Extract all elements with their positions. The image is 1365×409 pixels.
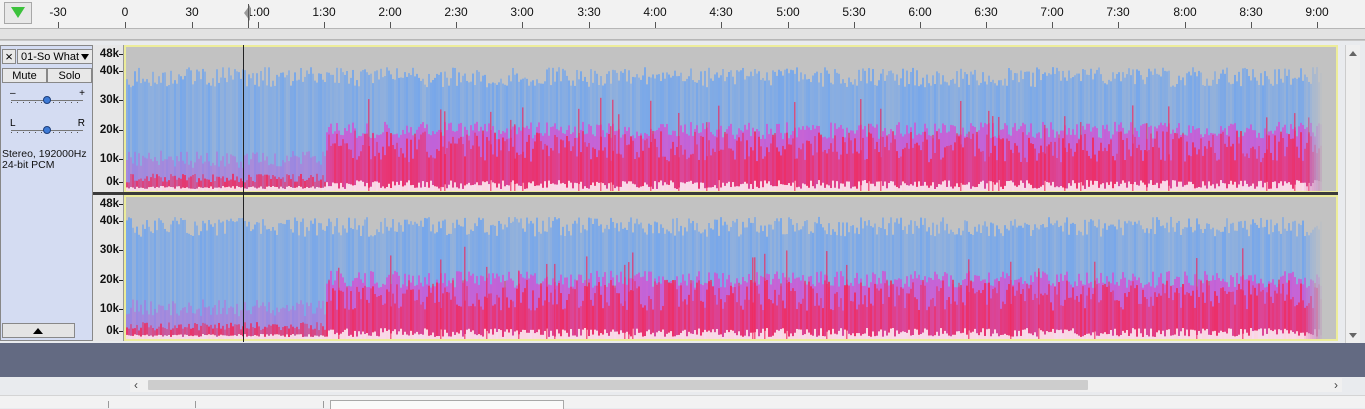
gain-plus-label: + bbox=[79, 88, 85, 99]
frequency-tick bbox=[119, 130, 123, 131]
frequency-label: 48k bbox=[99, 198, 119, 210]
track-name-label: 01-So What bbox=[21, 51, 80, 63]
horizontal-scrollbar[interactable]: ‹ › bbox=[130, 378, 1342, 392]
ruler-tick-label: 9:00 bbox=[1305, 5, 1329, 19]
frequency-label: 30k bbox=[99, 244, 119, 256]
track-name-menu[interactable]: 01-So What bbox=[17, 49, 93, 64]
dropdown-arrow-icon bbox=[81, 54, 89, 60]
ruler-tick-label: 1:30 bbox=[312, 5, 336, 19]
close-track-button[interactable]: × bbox=[2, 49, 16, 64]
frequency-tick bbox=[119, 250, 123, 251]
track-control-panel[interactable]: × 01-So What Mute Solo – + L R Stereo, 1… bbox=[0, 45, 93, 341]
cursor-line-ruler bbox=[248, 4, 249, 28]
track-info-format: 24-bit PCM bbox=[2, 159, 55, 171]
spectrogram-energy-bands bbox=[126, 67, 1322, 191]
ruler-tick-label: 7:00 bbox=[1040, 5, 1064, 19]
cursor-marker-icon[interactable] bbox=[244, 5, 250, 21]
gain-slider-thumb[interactable] bbox=[43, 96, 51, 104]
frequency-scale-right-channel[interactable]: 48k 40k 30k 20k 10k 0k bbox=[93, 195, 124, 341]
vertical-scrollbar[interactable] bbox=[1345, 45, 1360, 343]
frequency-tick bbox=[119, 204, 123, 205]
frequency-tick bbox=[119, 159, 123, 160]
frequency-label: 10k bbox=[99, 303, 119, 315]
spectrogram-right-canvas bbox=[126, 197, 1336, 339]
ruler-tick-label: 2:00 bbox=[378, 5, 402, 19]
frequency-scale-left-channel[interactable]: 48k 40k 30k 20k 10k 0k bbox=[93, 45, 124, 193]
ruler-tick-label: 6:30 bbox=[974, 5, 998, 19]
pan-slider[interactable]: L R bbox=[9, 118, 85, 135]
frequency-label: 40k bbox=[99, 65, 119, 77]
empty-track-area[interactable] bbox=[0, 343, 1365, 377]
play-head-icon[interactable] bbox=[4, 2, 32, 24]
scroll-right-icon[interactable]: › bbox=[1334, 379, 1338, 391]
frequency-tick bbox=[119, 309, 123, 310]
ruler-tick-label: 2:30 bbox=[444, 5, 468, 19]
gain-slider[interactable]: – + bbox=[9, 88, 85, 105]
audio-track: × 01-So What Mute Solo – + L R Stereo, 1… bbox=[0, 45, 1365, 343]
spectrogram-left-channel[interactable] bbox=[124, 45, 1338, 193]
ruler-tick-label: 5:30 bbox=[842, 5, 866, 19]
collapse-track-button[interactable] bbox=[2, 323, 75, 338]
timeline-ruler[interactable]: -30 0 30 1:00 1:30 2:00 2:30 3:00 3:30 4:00 4:30 5:… bbox=[0, 0, 1365, 41]
spectrogram-right-channel[interactable] bbox=[124, 195, 1338, 341]
frequency-label: 20k bbox=[99, 124, 119, 136]
frequency-tick bbox=[119, 331, 123, 332]
ruler-tick-label: 8:00 bbox=[1173, 5, 1197, 19]
frequency-label: 48k bbox=[99, 48, 119, 60]
frequency-label: 30k bbox=[99, 94, 119, 106]
frequency-label: 0k bbox=[106, 325, 119, 337]
bottom-toolbar bbox=[0, 395, 1365, 409]
ruler-tick-label: 0 bbox=[121, 5, 129, 19]
solo-button[interactable]: Solo bbox=[47, 68, 92, 83]
edit-cursor-line bbox=[243, 45, 244, 342]
scroll-up-icon[interactable] bbox=[1349, 51, 1357, 56]
selection-field[interactable] bbox=[330, 400, 564, 409]
scroll-down-icon[interactable] bbox=[1349, 333, 1357, 338]
frequency-label: 10k bbox=[99, 153, 119, 165]
gain-minus-label: – bbox=[10, 88, 16, 99]
ruler-tick-label: 3:00 bbox=[510, 5, 534, 19]
ruler-tick-label: 7:30 bbox=[1106, 5, 1130, 19]
ruler-tick-label: 6:00 bbox=[908, 5, 932, 19]
ruler-tick-label: 4:00 bbox=[643, 5, 667, 19]
pan-slider-thumb[interactable] bbox=[43, 126, 51, 134]
ruler-tick-label: 4:30 bbox=[709, 5, 733, 19]
ruler-tick-label: 3:30 bbox=[577, 5, 601, 19]
frequency-tick bbox=[119, 71, 123, 72]
frequency-tick bbox=[119, 280, 123, 281]
horizontal-scroll-thumb[interactable] bbox=[148, 380, 1088, 390]
pan-left-label: L bbox=[10, 118, 16, 129]
mute-button[interactable]: Mute bbox=[2, 68, 47, 83]
track-format-info: Stereo, 192000Hz 24-bit PCM bbox=[2, 149, 87, 171]
ruler-tick-label: -30 bbox=[49, 5, 67, 19]
frequency-label: 0k bbox=[106, 176, 119, 188]
ruler-tick-label: 8:30 bbox=[1239, 5, 1263, 19]
frequency-tick bbox=[119, 100, 123, 101]
frequency-label: 40k bbox=[99, 215, 119, 227]
ruler-tick-label: 5:00 bbox=[776, 5, 800, 19]
frequency-tick bbox=[119, 54, 123, 55]
frequency-label: 20k bbox=[99, 274, 119, 286]
scroll-left-icon[interactable]: ‹ bbox=[134, 379, 138, 391]
frequency-tick bbox=[119, 221, 123, 222]
frequency-tick bbox=[119, 182, 123, 183]
ruler-tick-label: 30 bbox=[185, 5, 199, 19]
pan-right-label: R bbox=[77, 118, 85, 129]
ruler-strip bbox=[0, 28, 1365, 40]
spectrogram-left-canvas bbox=[126, 47, 1336, 191]
audio-editor-window: -30 0 30 1:00 1:30 2:00 2:30 3:00 3:30 4:00 4:30 5:… bbox=[0, 0, 1365, 409]
